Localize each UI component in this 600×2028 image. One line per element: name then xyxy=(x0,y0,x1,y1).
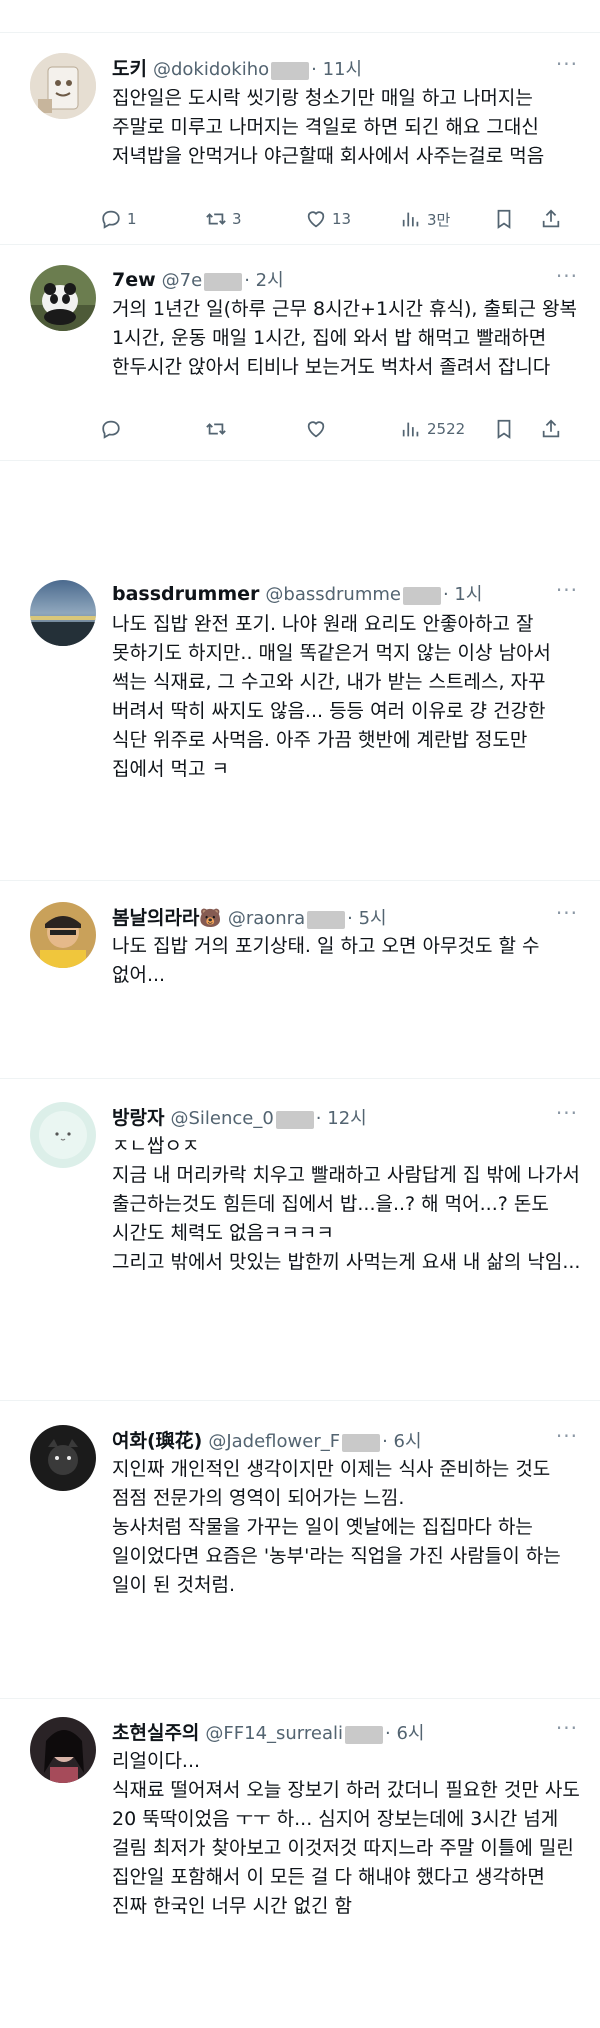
more-icon[interactable]: ··· xyxy=(556,52,578,76)
timestamp[interactable]: · 5시 xyxy=(347,908,386,929)
share-button[interactable] xyxy=(540,204,562,234)
views-button[interactable]: 2522 xyxy=(400,414,465,444)
display-name[interactable]: 봄날의라라 xyxy=(112,907,199,929)
repost-count: 3 xyxy=(232,210,242,228)
display-name[interactable]: 도키 xyxy=(112,58,147,80)
bookmark-icon xyxy=(497,419,511,439)
like-icon xyxy=(307,421,325,438)
post-header: 초현실주의 @FF14_surreali · 6시 xyxy=(112,1718,560,1744)
handle[interactable]: @bassdrumme xyxy=(265,584,401,605)
like-count: 13 xyxy=(332,210,352,228)
post-header: 7ew @7e · 2시 xyxy=(112,266,560,292)
post-divider xyxy=(0,1400,600,1401)
redaction-blur xyxy=(275,1110,314,1129)
like-button[interactable]: 13 xyxy=(305,204,351,234)
post-divider xyxy=(0,1078,600,1079)
avatar[interactable] xyxy=(30,1425,96,1491)
share-icon xyxy=(542,209,560,228)
post-text: 거의 1년간 일(하루 근무 8시간+1시간 휴식), 출퇴근 왕복 1시간, … xyxy=(112,298,583,378)
redaction-blur xyxy=(307,910,346,929)
action-bar: 2522 xyxy=(100,414,570,444)
bookmark-button[interactable] xyxy=(493,414,515,444)
redaction-blur xyxy=(271,61,310,80)
avatar[interactable] xyxy=(30,53,96,119)
more-icon[interactable]: ··· xyxy=(556,901,578,925)
timestamp[interactable]: · 6시 xyxy=(382,1431,421,1452)
avatar[interactable] xyxy=(30,265,96,331)
more-icon[interactable]: ··· xyxy=(556,1101,578,1125)
handle[interactable]: @Silence_0 xyxy=(170,1108,273,1129)
repost-button[interactable]: 3 xyxy=(205,204,242,234)
timestamp[interactable]: · 1시 xyxy=(443,584,482,605)
redaction-blur xyxy=(204,272,243,291)
reply-button[interactable]: 1 xyxy=(100,204,137,234)
post-header: 방랑자 @Silence_0 · 12시 xyxy=(112,1103,560,1129)
display-name[interactable]: 초현실주의 xyxy=(112,1722,199,1744)
post-divider xyxy=(0,1698,600,1699)
reply-button[interactable] xyxy=(100,414,122,444)
avatar[interactable] xyxy=(30,580,96,646)
post-divider xyxy=(0,880,600,881)
more-icon[interactable]: ··· xyxy=(556,1716,578,1740)
bookmark-icon xyxy=(497,209,511,229)
timestamp[interactable]: · 2시 xyxy=(244,270,283,291)
repost-icon xyxy=(206,423,226,435)
post-text: 집안일은 도시락 씻기랑 청소기만 매일 하고 나머지는 주말로 미루고 나머지… xyxy=(112,87,545,167)
handle[interactable]: @Jadeflower_F xyxy=(208,1431,340,1452)
top-divider xyxy=(0,32,600,33)
display-name[interactable]: 방랑자 xyxy=(112,1107,164,1129)
redaction-blur xyxy=(402,586,441,605)
reply-count: 1 xyxy=(127,210,137,228)
display-name[interactable]: 7ew xyxy=(112,269,156,291)
avatar[interactable] xyxy=(30,1717,96,1783)
bookmark-button[interactable] xyxy=(493,204,515,234)
like-icon xyxy=(307,211,325,228)
post-text: ㅈㄴ쌉ㅇㅈ 지금 내 머리카락 치우고 빨래하고 사람답게 집 밖에 나가서 출… xyxy=(112,1135,581,1273)
avatar[interactable] xyxy=(30,1102,96,1168)
redaction-blur xyxy=(342,1433,381,1452)
post-divider xyxy=(0,460,600,461)
handle[interactable]: @FF14_surreali xyxy=(205,1723,343,1744)
timestamp[interactable]: · 12시 xyxy=(316,1108,367,1129)
action-bar: 1 3 13 3만 xyxy=(100,204,570,234)
redaction-blur xyxy=(345,1725,383,1744)
post-divider xyxy=(0,244,600,245)
post-text: 지인짜 개인적인 생각이지만 이제는 식사 준비하는 것도 점점 전문가의 영역… xyxy=(112,1458,561,1596)
handle[interactable]: @7e xyxy=(162,270,203,291)
post-header: 여화(璵花) @Jadeflower_F · 6시 xyxy=(112,1426,560,1452)
post-header: bassdrummer @bassdrumme · 1시 xyxy=(112,580,560,606)
more-icon[interactable]: ··· xyxy=(556,1424,578,1448)
views-icon xyxy=(402,212,419,227)
post-text: 리얼이다... 식재료 떨어져서 오늘 장보기 하러 갔더니 필요한 것만 사도… xyxy=(112,1750,580,1917)
more-icon[interactable]: ··· xyxy=(556,264,578,288)
post-header: 도키 @dokidokiho · 11시 xyxy=(112,54,560,80)
share-button[interactable] xyxy=(540,414,562,444)
views-button[interactable]: 3만 xyxy=(400,204,450,234)
views-icon xyxy=(402,422,419,437)
more-icon[interactable]: ··· xyxy=(556,578,578,602)
reply-icon xyxy=(102,210,120,229)
repost-button[interactable] xyxy=(205,414,227,444)
share-icon xyxy=(542,419,560,438)
avatar[interactable] xyxy=(30,902,96,968)
bear-emoji: 🐻 xyxy=(199,908,222,929)
timestamp[interactable]: · 6시 xyxy=(385,1723,424,1744)
post-header: 봄날의라라🐻 @raonra · 5시 xyxy=(112,903,560,929)
post-text: 나도 집밥 거의 포기상태. 일 하고 오면 아무것도 할 수 없어... xyxy=(112,935,546,986)
display-name[interactable]: 여화(璵花) xyxy=(112,1430,202,1452)
like-button[interactable] xyxy=(305,414,327,444)
reply-icon xyxy=(102,420,120,439)
views-count: 2522 xyxy=(427,420,466,438)
display-name[interactable]: bassdrummer xyxy=(112,583,259,605)
views-count: 3만 xyxy=(427,210,451,229)
post-text: 나도 집밥 완전 포기. 나야 원래 요리도 안좋아하고 잘 못하기도 하지만.… xyxy=(112,613,557,780)
handle[interactable]: @dokidokiho xyxy=(153,59,269,80)
handle[interactable]: @raonra xyxy=(228,908,305,929)
timestamp[interactable]: · 11시 xyxy=(311,59,362,80)
repost-icon xyxy=(206,213,226,225)
